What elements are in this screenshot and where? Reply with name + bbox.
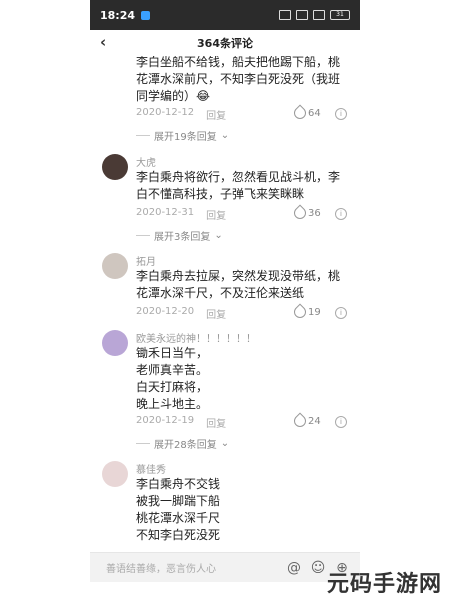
- status-time: 18:24: [100, 8, 136, 22]
- expand-replies-label: 展开3条回复: [154, 232, 211, 243]
- like-button[interactable]: 19: [291, 303, 321, 321]
- divider-line: [136, 443, 150, 444]
- comment-username[interactable]: 慕佳秀: [136, 461, 166, 476]
- status-bar: 18:24 31: [90, 0, 360, 30]
- comment-username[interactable]: 欧美永远的神！！！！！！: [136, 330, 256, 345]
- comment-text: 李白乘舟不交钱 被我一脚踹下船 桃花潭水深千尺 不知李白死没死: [136, 477, 221, 542]
- reply-button[interactable]: 回复: [206, 415, 226, 430]
- heart-icon: [291, 104, 309, 122]
- divider-line: [136, 135, 150, 136]
- wifi-icon: [296, 10, 308, 20]
- chevron-down-icon: ⌄: [220, 130, 230, 141]
- divider-line: [136, 235, 150, 236]
- reply-button[interactable]: 回复: [206, 107, 226, 122]
- avatar[interactable]: [102, 253, 128, 279]
- like-count: 36: [308, 207, 321, 219]
- avatar[interactable]: [102, 461, 128, 487]
- app-notification-icon: [141, 10, 151, 20]
- more-options-icon[interactable]: i: [335, 108, 347, 120]
- at-mention-icon[interactable]: @: [286, 560, 302, 576]
- comment-text: 李白坐船不给钱，船夫把他踢下船，桃花潭水深前尺，不知李白死没死（我班同学编的）😂: [136, 55, 341, 103]
- like-count: 19: [308, 306, 321, 318]
- comment-meta: 2020-12-12 回复: [136, 107, 226, 122]
- reply-button[interactable]: 回复: [206, 306, 226, 321]
- comment-date: 2020-12-19: [136, 415, 195, 426]
- comment-text: 李白乘舟将欲行，忽然看见战斗机，李白不懂高科技，子弹飞来笑眯眯: [136, 170, 341, 201]
- phone-screen: 18:24 31 ‹ 364条评论 李白坐船不给钱，船夫把他踢下船，桃花潭水深前…: [90, 0, 360, 600]
- expand-replies[interactable]: 展开3条回复 ⌄: [136, 228, 223, 243]
- mute-icon: [279, 10, 291, 20]
- comment-text: 锄禾日当午， 老师真辛苦。 白天打麻将， 晚上斗地主。: [136, 346, 209, 411]
- heart-icon: [291, 412, 309, 430]
- comment-text: 李白乘舟去拉屎，突然发现没带纸，桃花潭水深千尺，不及汪伦来送纸: [136, 269, 341, 300]
- navigation-bar: [90, 582, 360, 600]
- more-options-icon[interactable]: i: [335, 208, 347, 220]
- comment-date: 2020-12-20: [136, 306, 195, 317]
- signal-icon: [313, 10, 325, 20]
- comment-date: 2020-12-12: [136, 107, 195, 118]
- comment-meta: 2020-12-20 回复: [136, 306, 226, 321]
- comment-input[interactable]: 善语结善缘，恶言伤人心: [100, 558, 278, 578]
- expand-replies[interactable]: 展开19条回复 ⌄: [136, 128, 229, 143]
- comment-input-bar: 善语结善缘，恶言伤人心 @ ☺ ⊕: [90, 552, 360, 582]
- heart-icon: [291, 303, 309, 321]
- like-count: 24: [308, 415, 321, 427]
- right-margin: [360, 0, 450, 600]
- expand-replies-label: 展开19条回复: [154, 132, 217, 143]
- back-arrow-icon[interactable]: ‹: [100, 33, 106, 51]
- emoji-icon[interactable]: ☺: [310, 560, 326, 576]
- chevron-down-icon: ⌄: [220, 438, 230, 449]
- expand-replies[interactable]: 展开28条回复 ⌄: [136, 436, 229, 451]
- reply-button[interactable]: 回复: [206, 207, 226, 222]
- more-options-icon[interactable]: i: [335, 307, 347, 319]
- avatar[interactable]: [102, 330, 128, 356]
- chevron-down-icon: ⌄: [214, 230, 223, 241]
- battery-icon: 31: [330, 10, 350, 20]
- comment-date: 2020-12-31: [136, 207, 195, 218]
- avatar[interactable]: [102, 154, 128, 180]
- more-options-icon[interactable]: i: [335, 416, 347, 428]
- heart-icon: [291, 204, 309, 222]
- like-button[interactable]: 36: [291, 204, 321, 222]
- expand-replies-label: 展开28条回复: [154, 440, 217, 451]
- watermark-text: 元码手游网: [326, 572, 442, 597]
- like-button[interactable]: 64: [291, 104, 321, 122]
- like-button[interactable]: 24: [291, 412, 321, 430]
- comment-username[interactable]: 拓月: [136, 253, 156, 268]
- comment-count-title: 364条评论: [197, 37, 253, 50]
- comment-username[interactable]: 大虎: [136, 154, 156, 169]
- comment-meta: 2020-12-31 回复: [136, 207, 226, 222]
- comment-meta: 2020-12-19 回复: [136, 415, 226, 430]
- like-count: 64: [308, 107, 321, 119]
- left-margin: [0, 0, 90, 600]
- comments-header: ‹ 364条评论: [90, 30, 360, 56]
